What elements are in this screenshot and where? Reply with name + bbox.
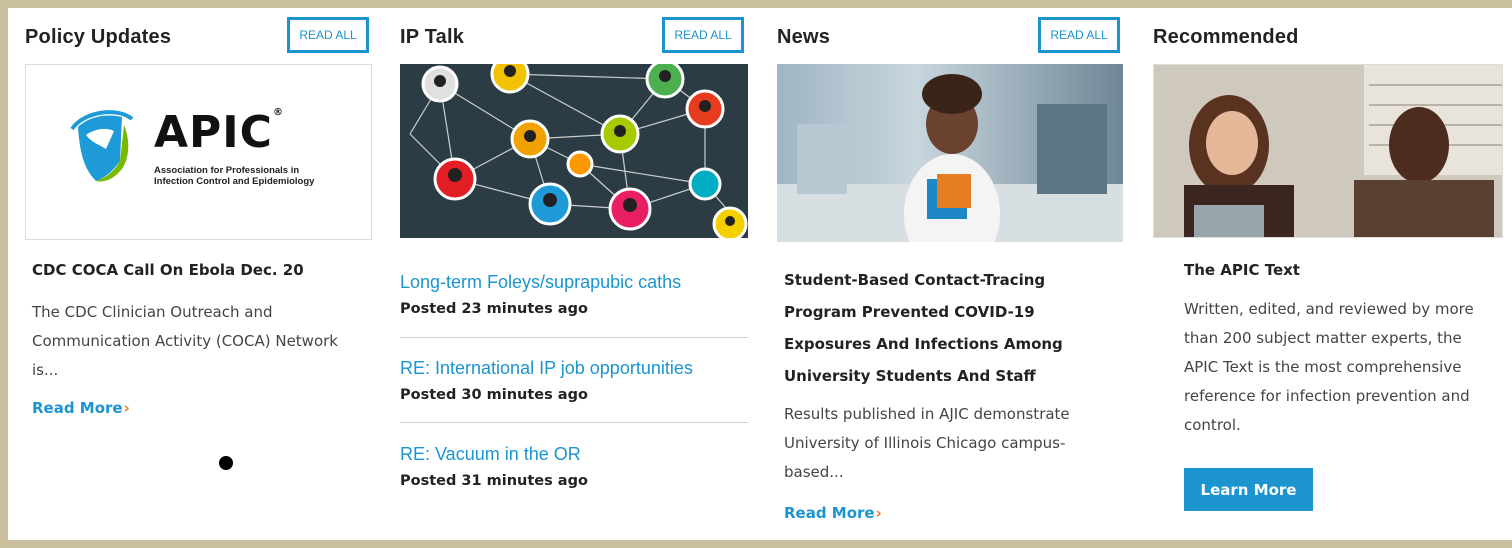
content-panel: Policy Updates READ ALL APIC® Associatio… (8, 8, 1512, 540)
apic-wordmark: APIC (154, 107, 273, 158)
apic-subtitle-line1: Association for Professionals in (154, 165, 300, 176)
policy-excerpt: The CDC Clinician Outreach and Communica… (32, 303, 338, 379)
people-photo (1154, 65, 1502, 237)
policy-read-all-button[interactable]: READ ALL (287, 17, 369, 53)
apic-logo-image[interactable]: APIC® Association for Professionals in I… (25, 64, 372, 240)
network-illustration (409, 64, 748, 238)
policy-updates-column: Policy Updates READ ALL APIC® Associatio… (25, 8, 373, 540)
read-more-label: Read More (784, 504, 875, 522)
lab-photo (777, 74, 1123, 242)
colleagues-image[interactable] (1153, 64, 1503, 238)
chevron-right-icon: › (123, 399, 130, 417)
ip-talk-heading: IP Talk (400, 26, 465, 48)
post-link[interactable]: Long-term Foleys/suprapubic caths (400, 272, 681, 293)
cursor-dot (219, 456, 233, 470)
post-divider (400, 337, 748, 338)
policy-updates-heading: Policy Updates (25, 26, 172, 48)
student-lab-image[interactable] (777, 64, 1123, 242)
policy-read-more-link[interactable]: Read More› (32, 399, 130, 417)
news-read-more-link[interactable]: Read More› (784, 504, 882, 522)
post-timestamp: Posted 23 minutes ago (400, 301, 588, 317)
post-divider (400, 422, 748, 423)
ip-talk-column: IP Talk READ ALL Long-term Foleys/suprap… (400, 8, 750, 540)
apic-subtitle-line2: Infection Control and Epidemiology (154, 176, 315, 187)
news-heading: News (777, 26, 831, 48)
news-card-title[interactable]: Student-Based Contact-Tracing Program Pr… (784, 264, 1119, 392)
recommended-card-title: The APIC Text (1184, 261, 1300, 279)
network-people-image[interactable] (400, 64, 748, 238)
registered-mark: ® (272, 107, 284, 118)
post-timestamp: Posted 30 minutes ago (400, 387, 588, 403)
chevron-right-icon: › (875, 504, 882, 522)
ip-talk-read-all-button[interactable]: READ ALL (662, 17, 744, 53)
recommended-heading: Recommended (1153, 26, 1299, 48)
news-excerpt: Results published in AJIC demonstrate Un… (784, 405, 1070, 481)
recommended-excerpt: Written, edited, and reviewed by more th… (1184, 300, 1474, 434)
news-read-all-button[interactable]: READ ALL (1038, 17, 1120, 53)
post-timestamp: Posted 31 minutes ago (400, 473, 588, 489)
policy-card-title[interactable]: CDC COCA Call On Ebola Dec. 20 (32, 261, 362, 279)
post-link[interactable]: RE: Vacuum in the OR (400, 444, 581, 465)
learn-more-button[interactable]: Learn More (1184, 468, 1313, 511)
read-more-label: Read More (32, 399, 123, 417)
news-column: News READ ALL Student-Based Contact-Trac… (777, 8, 1127, 540)
post-link[interactable]: RE: International IP job opportunities (400, 358, 693, 379)
recommended-column: Recommended The APIC Text Written, edite… (1153, 8, 1503, 540)
